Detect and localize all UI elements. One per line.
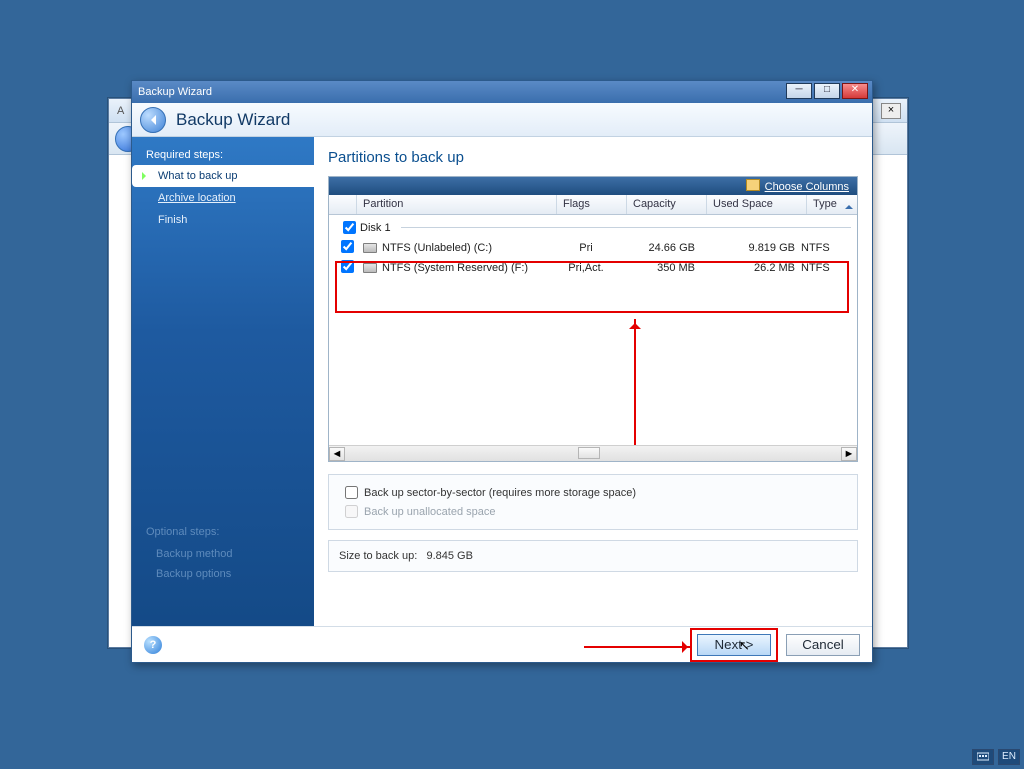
partition-type: NTFS [801, 242, 851, 254]
main-heading: Partitions to back up [328, 149, 858, 166]
disk-icon [363, 243, 377, 253]
col-capacity[interactable]: Capacity [627, 195, 707, 214]
wizard-heading: Backup Wizard [176, 110, 290, 130]
option-label: Back up sector-by-sector (requires more … [364, 487, 636, 499]
partition-type: NTFS [801, 262, 851, 274]
scroll-left-button[interactable]: ◄ [329, 447, 345, 461]
cancel-button[interactable]: Cancel [786, 634, 860, 656]
option-label: Back up unallocated space [364, 506, 495, 518]
partition-name: NTFS (System Reserved) (F:) [382, 262, 528, 274]
partition-used: 9.819 GB [701, 242, 801, 254]
sector-by-sector-option[interactable]: Back up sector-by-sector (requires more … [339, 483, 847, 502]
disk-icon [363, 263, 377, 273]
partition-grid: Choose Columns Partition Flags Capacity … [328, 176, 858, 462]
disk-label: Disk 1 [360, 222, 391, 234]
col-partition[interactable]: Partition [357, 195, 557, 214]
required-steps-label: Required steps: [132, 145, 314, 165]
unallocated-option: Back up unallocated space [339, 502, 847, 521]
grid-body: Disk 1 NTFS (Unlabeled) (C:) Pri 24.66 G… [329, 215, 857, 461]
next-button[interactable]: Next > [697, 634, 771, 656]
sidebar-item-label: What to back up [158, 170, 238, 182]
window-title: Backup Wizard [138, 86, 212, 98]
options-box: Back up sector-by-sector (requires more … [328, 474, 858, 530]
sidebar-item-label: Archive location [158, 192, 236, 204]
scroll-right-button[interactable]: ► [841, 447, 857, 461]
maximize-button[interactable]: □ [814, 83, 840, 99]
horizontal-scrollbar[interactable]: ◄ ► [329, 445, 857, 461]
col-checkbox[interactable] [329, 195, 357, 214]
annotation-arrow-up [634, 319, 636, 457]
titlebar[interactable]: Backup Wizard ─ □ ✕ [132, 81, 872, 103]
header-strip: Backup Wizard [132, 103, 872, 137]
optional-backup-method: Backup method [156, 548, 232, 560]
scroll-track[interactable] [345, 447, 841, 461]
step-what-to-back-up[interactable]: What to back up [132, 165, 315, 187]
partition-capacity: 350 MB [621, 262, 701, 274]
footer: ? Next > Cancel ↖ [132, 626, 872, 662]
background-close-icon: × [881, 103, 901, 119]
size-value: 9.845 GB [426, 550, 472, 562]
main-panel: Partitions to back up Choose Columns Par… [314, 137, 872, 626]
size-label: Size to back up: [339, 550, 417, 562]
disk-checkbox[interactable] [343, 221, 356, 234]
close-button[interactable]: ✕ [842, 83, 868, 99]
optional-backup-options: Backup options [156, 568, 231, 580]
partition-flags: Pri,Act. [551, 262, 621, 274]
partition-capacity: 24.66 GB [621, 242, 701, 254]
partition-used: 26.2 MB [701, 262, 801, 274]
tray-language[interactable]: EN [998, 749, 1020, 765]
col-flags[interactable]: Flags [557, 195, 627, 214]
help-button[interactable]: ? [144, 636, 162, 654]
sector-by-sector-checkbox[interactable] [345, 486, 358, 499]
partition-row[interactable]: NTFS (System Reserved) (F:) Pri,Act. 350… [335, 258, 851, 278]
sort-indicator-icon [845, 201, 853, 209]
grid-toolbar: Choose Columns [329, 177, 857, 195]
column-headers[interactable]: Partition Flags Capacity Used Space Type [329, 195, 857, 215]
col-type[interactable]: Type [807, 195, 857, 214]
tray-keyboard-icon[interactable] [972, 749, 994, 765]
unallocated-checkbox [345, 505, 358, 518]
system-tray: EN [972, 749, 1020, 765]
annotation-next-highlight: Next > [690, 628, 778, 662]
divider [401, 227, 851, 228]
disk-group-row[interactable]: Disk 1 [335, 219, 851, 238]
step-finish[interactable]: Finish [132, 209, 314, 231]
partition-name: NTFS (Unlabeled) (C:) [382, 242, 492, 254]
back-button[interactable] [140, 107, 166, 133]
optional-steps-label: Optional steps: [146, 526, 219, 538]
sidebar: Required steps: What to back up Archive … [132, 137, 314, 626]
wizard-window: Backup Wizard ─ □ ✕ Backup Wizard Requir… [131, 80, 873, 663]
partition-flags: Pri [551, 242, 621, 254]
scroll-thumb[interactable] [578, 447, 600, 459]
choose-columns-link[interactable]: Choose Columns [746, 179, 849, 193]
sidebar-item-label: Finish [158, 214, 187, 226]
step-archive-location[interactable]: Archive location [132, 187, 314, 209]
minimize-button[interactable]: ─ [786, 83, 812, 99]
partition-row[interactable]: NTFS (Unlabeled) (C:) Pri 24.66 GB 9.819… [335, 238, 851, 258]
size-summary: Size to back up: 9.845 GB [328, 540, 858, 572]
annotation-arrow-right [584, 646, 692, 648]
partition-checkbox[interactable] [341, 260, 354, 273]
partition-checkbox[interactable] [341, 240, 354, 253]
col-used-space[interactable]: Used Space [707, 195, 807, 214]
